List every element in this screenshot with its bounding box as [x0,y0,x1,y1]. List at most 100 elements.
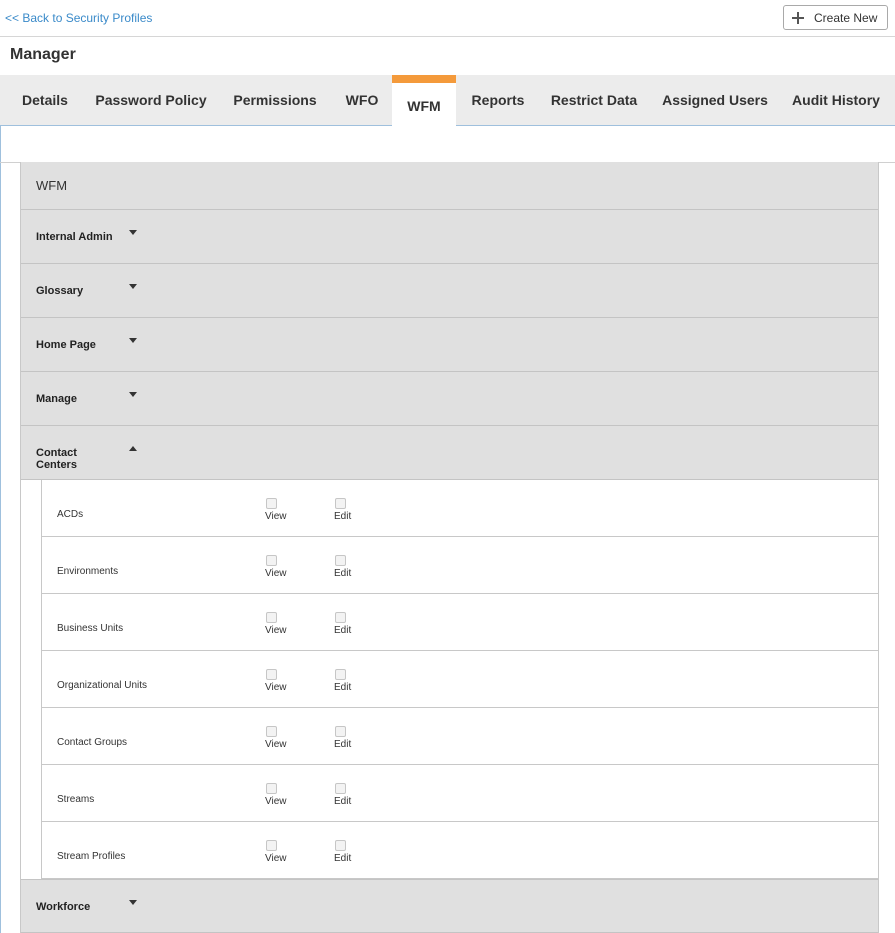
view-checkbox[interactable] [266,612,277,623]
section-internal-admin[interactable]: Internal Admin [21,210,878,264]
section-manage[interactable]: Manage [21,372,878,426]
edit-label: Edit [334,796,352,807]
item-label: Streams [57,794,95,805]
section-label: Home Page [36,339,96,351]
edit-label: Edit [334,739,352,750]
view-permission: View [265,783,295,807]
tab-label: WFO [345,92,379,108]
edit-permission: Edit [334,555,364,579]
edit-label: Edit [334,568,352,579]
caret-down-icon [129,392,137,397]
edit-checkbox[interactable] [335,669,346,680]
list-item: Streams View Edit [42,765,878,822]
list-item: Organizational Units View Edit [42,651,878,708]
view-permission: View [265,498,295,522]
section-label: Glossary [36,285,84,297]
tab-assigned-users[interactable]: Assigned Users [654,75,776,125]
tab-wfo[interactable]: WFO [334,75,390,125]
section-label: Manage [36,393,77,405]
tab-label: Permissions [233,92,317,108]
edit-permission: Edit [334,669,364,693]
view-label: View [265,853,287,864]
top-bar: << Back to Security Profiles Create New [0,0,895,37]
tab-password-policy[interactable]: Password Policy [86,75,216,125]
view-permission: View [265,612,295,636]
view-checkbox[interactable] [266,783,277,794]
view-label: View [265,625,287,636]
view-checkbox[interactable] [266,669,277,680]
create-new-button[interactable]: Create New [783,5,888,30]
item-label: Environments [57,566,119,577]
edit-checkbox[interactable] [335,726,346,737]
tab-reports[interactable]: Reports [462,75,534,125]
caret-down-icon [129,338,137,343]
section-label: Contact Centers [36,447,77,471]
edit-label: Edit [334,853,352,864]
tab-restrict-data[interactable]: Restrict Data [542,75,646,125]
item-label: Stream Profiles [57,851,126,862]
tab-label: Details [22,92,68,108]
caret-up-icon [129,446,137,451]
view-label: View [265,568,287,579]
tab-label: Password Policy [95,92,207,108]
list-item: ACDs View Edit [42,480,878,537]
tab-audit-history[interactable]: Audit History [784,75,888,125]
section-label: Workforce [36,901,91,913]
contact-centers-list: ACDs View Edit Environments View Edit Bu… [41,480,878,879]
view-label: View [265,682,287,693]
list-item: Environments View Edit [42,537,878,594]
tab-label: Audit History [792,92,880,108]
view-permission: View [265,726,295,750]
wfm-permissions-panel: WFM Internal Admin Glossary Home Page Ma… [20,162,879,933]
tab-label: Assigned Users [662,92,768,108]
tab-label: Restrict Data [550,92,638,108]
caret-down-icon [129,284,137,289]
view-permission: View [265,555,295,579]
content-left-border [0,126,1,933]
item-label: Business Units [57,623,124,634]
create-new-label: Create New [814,10,878,25]
item-label: ACDs [57,509,84,520]
list-item: Stream Profiles View Edit [42,822,878,879]
view-label: View [265,739,287,750]
view-checkbox[interactable] [266,726,277,737]
view-permission: View [265,669,295,693]
plus-icon [792,11,804,24]
edit-label: Edit [334,625,352,636]
edit-checkbox[interactable] [335,783,346,794]
panel-heading: WFM [21,162,878,210]
view-checkbox[interactable] [266,840,277,851]
section-home-page[interactable]: Home Page [21,318,878,372]
edit-permission: Edit [334,498,364,522]
back-to-security-profiles-link[interactable]: << Back to Security Profiles [5,11,152,25]
edit-label: Edit [334,682,352,693]
edit-checkbox[interactable] [335,840,346,851]
view-label: View [265,796,287,807]
section-glossary[interactable]: Glossary [21,264,878,318]
section-workforce[interactable]: Workforce [21,879,878,933]
list-item: Business Units View Edit [42,594,878,651]
page-title: Manager [10,46,76,63]
tab-label: WFM [407,97,441,114]
item-label: Organizational Units [57,680,148,691]
item-label: Contact Groups [57,737,128,748]
caret-down-icon [129,900,137,905]
edit-checkbox[interactable] [335,555,346,566]
tab-wfm[interactable]: WFM [392,75,456,126]
tab-details[interactable]: Details [11,75,79,125]
tab-bar: Details Password Policy Permissions WFO … [0,75,895,126]
view-permission: View [265,840,295,864]
tab-label: Reports [471,92,525,108]
view-checkbox[interactable] [266,555,277,566]
edit-checkbox[interactable] [335,612,346,623]
edit-permission: Edit [334,726,364,750]
list-item: Contact Groups View Edit [42,708,878,765]
view-checkbox[interactable] [266,498,277,509]
section-contact-centers[interactable]: Contact Centers [21,426,878,480]
tab-permissions[interactable]: Permissions [224,75,326,125]
edit-permission: Edit [334,783,364,807]
edit-checkbox[interactable] [335,498,346,509]
caret-down-icon [129,230,137,235]
view-label: View [265,511,287,522]
edit-permission: Edit [334,840,364,864]
